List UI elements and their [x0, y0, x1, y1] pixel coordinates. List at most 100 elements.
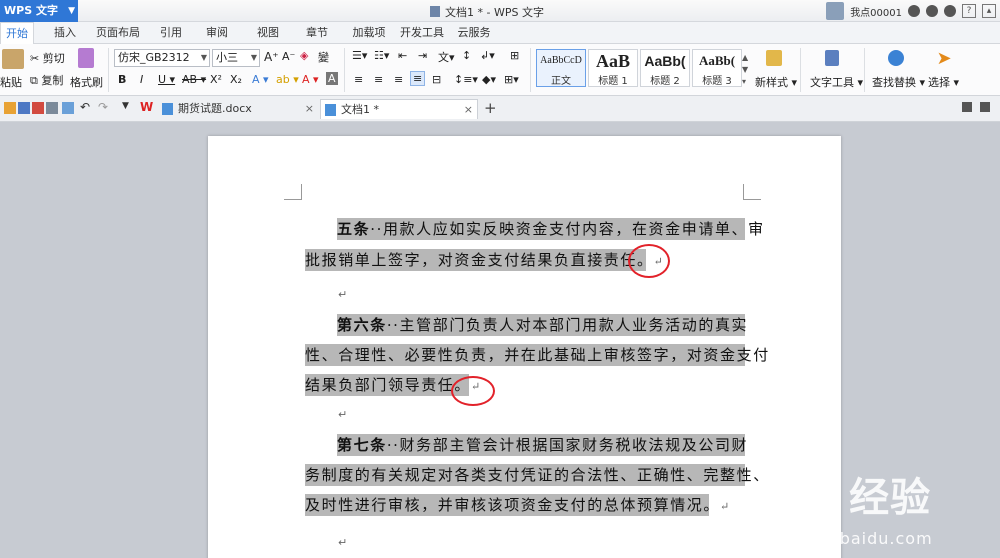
- tab-page-layout[interactable]: 页面布局: [95, 22, 141, 44]
- strikethrough-button[interactable]: AB ▾: [182, 73, 206, 86]
- font-name-select[interactable]: 仿宋_GB2312 ▼: [114, 49, 210, 67]
- paragraph-text: 及时性进行审核，并审核该项资金支付的总体预算情况。: [305, 496, 721, 514]
- divider: [864, 48, 865, 92]
- paragraph-line[interactable]: 第七条··财务部主管会计根据国家财务税收法规及公司财: [337, 434, 747, 456]
- paragraph-line[interactable]: 批报销单上签字，对资金支付结果负直接责任。↵: [305, 249, 663, 271]
- tab-addins[interactable]: 加载项: [349, 22, 389, 44]
- tab-chapter[interactable]: 章节: [303, 22, 331, 44]
- decrease-indent-button[interactable]: ⇤: [398, 49, 407, 62]
- clear-format-icon[interactable]: ◈: [300, 49, 308, 62]
- paragraph-line[interactable]: 性、合理性、必要性负责，并在此基础上审核签字，对资金支付: [305, 344, 768, 366]
- copy-button[interactable]: ⧉ 复制: [30, 72, 63, 88]
- tab-insert[interactable]: 插入: [48, 22, 82, 44]
- phonetic-icon[interactable]: 變: [318, 49, 329, 65]
- char-shading-button[interactable]: A: [326, 72, 338, 85]
- borders-button[interactable]: ⊞▾: [504, 73, 519, 86]
- paragraph-line[interactable]: 五条··用款人应如实反映资金支付内容，在资金申请单、审: [337, 218, 763, 240]
- user-name[interactable]: 我点00001: [850, 4, 902, 19]
- font-size-select[interactable]: 小三 ▼: [212, 49, 260, 67]
- customize-toolbar-icon[interactable]: ▼: [122, 101, 129, 113]
- shading-button[interactable]: ◆▾: [482, 73, 496, 86]
- new-style-button[interactable]: 新样式 ▾: [755, 74, 797, 90]
- export-pdf-icon[interactable]: [32, 102, 44, 114]
- chinese-layout-button[interactable]: 文▾: [438, 49, 455, 65]
- format-painter-icon[interactable]: [76, 48, 96, 68]
- cut-button[interactable]: ✂ 剪切: [30, 50, 65, 66]
- table-button[interactable]: ⊞: [510, 49, 519, 62]
- style-heading-3[interactable]: AaBb( 标题 3: [692, 49, 742, 87]
- avatar[interactable]: [826, 2, 845, 20]
- show-marks-button[interactable]: ↲▾: [480, 49, 495, 62]
- paragraph-line[interactable]: 结果负部门领导责任。↵: [305, 374, 480, 396]
- tab-doc-futures[interactable]: 期货试题.docx ×: [158, 99, 318, 119]
- paste-button[interactable]: 粘贴: [0, 74, 22, 90]
- style-heading-2[interactable]: AaBb( 标题 2: [640, 49, 690, 87]
- settings-icon[interactable]: [926, 5, 938, 17]
- save-icon[interactable]: [18, 102, 30, 114]
- article-heading: 五条: [337, 220, 371, 238]
- text-tools-icon[interactable]: [822, 48, 842, 68]
- close-icon[interactable]: ×: [464, 100, 473, 119]
- tab-review[interactable]: 审阅: [203, 22, 231, 44]
- font-color-button[interactable]: A ▾: [302, 73, 319, 86]
- chevron-down-icon: ▼: [200, 53, 207, 62]
- help-icon[interactable]: ?: [962, 4, 976, 18]
- paragraph-line[interactable]: 及时性进行审核，并审核该项资金支付的总体预算情况。↵: [305, 494, 729, 516]
- distribute-button[interactable]: ⊟: [432, 73, 441, 86]
- styles-scroll[interactable]: ▲ ▼ ▾: [742, 52, 748, 88]
- sort-button[interactable]: ↕: [462, 49, 471, 62]
- tab-view[interactable]: 视图: [254, 22, 282, 44]
- paragraph-line[interactable]: 第六条··主管部门负责人对本部门用款人业务活动的真实: [337, 314, 747, 336]
- line-spacing-button[interactable]: ↕≡▾: [454, 73, 478, 86]
- tab-references[interactable]: 引用: [157, 22, 185, 44]
- italic-button[interactable]: I: [140, 73, 143, 86]
- feedback-icon[interactable]: [944, 5, 956, 17]
- style-heading-1[interactable]: AaB 标题 1: [588, 49, 638, 87]
- tab-doc-document1[interactable]: 文档1 * ×: [320, 99, 478, 119]
- redo-icon[interactable]: ↷: [98, 100, 108, 114]
- tab-developer[interactable]: 开发工具: [400, 22, 444, 44]
- style-normal[interactable]: AaBbCcD 正文: [536, 49, 586, 87]
- new-doc-icon[interactable]: [4, 102, 16, 114]
- bullets-button[interactable]: ☰▾: [352, 49, 367, 62]
- undo-icon[interactable]: ↶: [80, 100, 90, 114]
- find-replace-button[interactable]: 查找替换 ▾: [872, 74, 925, 90]
- select-cursor-icon[interactable]: ➤: [934, 48, 954, 69]
- text-tools-label: 文字工具: [810, 76, 854, 89]
- wps-app-menu-button[interactable]: WPS 文字 ▼: [0, 0, 78, 22]
- superscript-button[interactable]: X²: [210, 73, 222, 86]
- switch-window-icon[interactable]: [962, 102, 972, 112]
- text-tools-button[interactable]: 文字工具 ▾: [810, 74, 863, 90]
- subscript-button[interactable]: X₂: [230, 73, 242, 86]
- grow-font-button[interactable]: A⁺: [264, 50, 279, 64]
- quick-access-toolbar: ↶ ↷ ▼ W 期货试题.docx × 文档1 * × +: [0, 96, 1000, 122]
- format-painter-button[interactable]: 格式刷: [70, 74, 103, 90]
- shrink-font-button[interactable]: A⁻: [282, 50, 295, 63]
- align-center-button[interactable]: ≡: [374, 73, 383, 86]
- new-style-icon[interactable]: [764, 48, 784, 68]
- highlight-button[interactable]: ab ▾: [276, 73, 299, 86]
- paragraph-line[interactable]: 务制度的有关规定对各类支付凭证的合法性、正确性、完整性、: [305, 464, 768, 486]
- tab-home[interactable]: 开始: [0, 22, 34, 45]
- numbering-button[interactable]: ☷▾: [374, 49, 389, 62]
- align-left-button[interactable]: ≡: [354, 73, 363, 86]
- print-preview-icon[interactable]: [62, 102, 74, 114]
- restore-icon[interactable]: [980, 102, 990, 112]
- wps-logo-icon[interactable]: W: [140, 100, 153, 114]
- minimize-ribbon-icon[interactable]: ▴: [982, 4, 996, 18]
- underline-button[interactable]: U ▾: [158, 73, 175, 86]
- new-tab-icon[interactable]: +: [484, 99, 497, 117]
- print-icon[interactable]: [46, 102, 58, 114]
- bold-button[interactable]: B: [118, 73, 126, 86]
- increase-indent-button[interactable]: ⇥: [418, 49, 427, 62]
- align-right-button[interactable]: ≡: [394, 73, 403, 86]
- document-page[interactable]: 五条··用款人应如实反映资金支付内容，在资金申请单、审 批报销单上签字，对资金支…: [208, 136, 841, 558]
- skin-icon[interactable]: [908, 5, 920, 17]
- paste-icon[interactable]: [2, 48, 24, 70]
- find-replace-icon[interactable]: [886, 48, 906, 68]
- tab-cloud[interactable]: 云服务: [454, 22, 494, 44]
- justify-button[interactable]: ≡: [410, 71, 426, 86]
- text-effect-button[interactable]: A ▾: [252, 73, 269, 86]
- close-icon[interactable]: ×: [305, 99, 314, 118]
- select-button[interactable]: 选择 ▾: [928, 74, 959, 90]
